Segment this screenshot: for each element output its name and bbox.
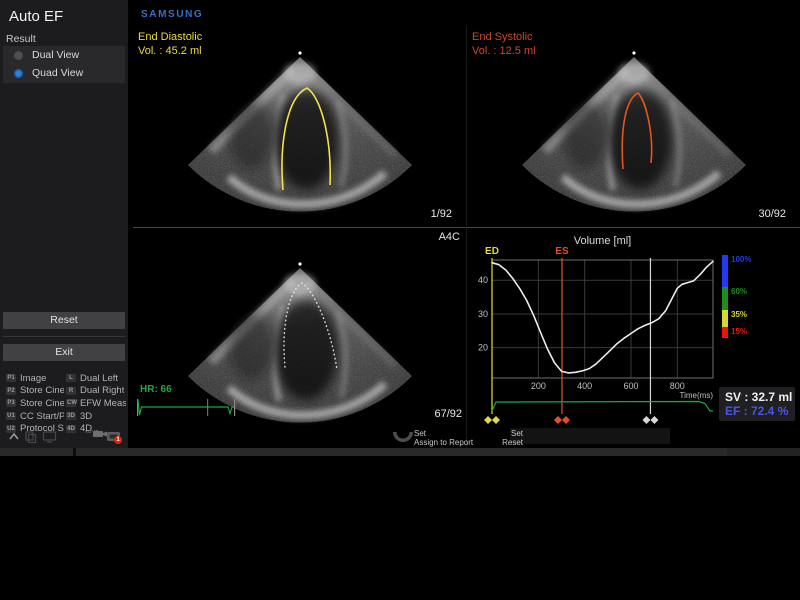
fkey-3d[interactable]: 3D 3D [66,410,126,423]
ejection-fraction-value: EF : 72.4 % [725,404,789,418]
radio-icon-dual-view[interactable] [14,51,23,60]
fkey-badge: L [66,374,76,382]
ecg-trace [135,394,245,422]
advr-button[interactable]: ADVR [82,430,102,434]
hint-line: Assign to Report [414,438,473,447]
svg-text:ES: ES [555,246,569,257]
radio-icon-quad-view[interactable] [14,69,23,78]
fkey-label: Store Cine [20,398,64,409]
frame-counter-a4c: 67/92 [434,408,462,420]
svg-text:20: 20 [478,343,488,353]
results-box: SV : 32.7 ml EF : 72.4 % [719,387,795,421]
end-systolic-volume: Vol. : 12.5 ml [472,44,536,58]
trackball-icon [392,430,414,443]
exit-button[interactable]: Exit [3,344,125,361]
fkey-badge: CW [66,399,76,407]
hint-line: Set [502,429,523,438]
fkey-label: Dual Left [80,373,118,384]
end-diastolic-label: End Diastolic Vol. : 45.2 ml [138,30,202,58]
fkey-cw[interactable]: CW EFW Measure [66,397,126,410]
fkey-label: 3D [80,411,92,422]
frame-counter-ed: 1/92 [431,208,452,220]
svg-text:30: 30 [478,309,488,319]
copy-pages-icon[interactable] [24,430,37,444]
fkey-label: Dual Right [80,385,124,396]
divider [3,336,125,337]
svg-text:200: 200 [531,381,546,391]
result-options-panel: Dual View Quad View [3,46,125,83]
fkey-p2[interactable]: P2 Store Cine [6,385,64,398]
radio-label-quad-view: Quad View [32,67,83,79]
volume-graph-pane: Volume [ml] 200 400 600 800 20 30 40 Time(ms) ED E… [467,230,800,448]
samsung-logo: SAMSUNG [141,9,203,20]
fkey-label: Image [20,373,46,384]
monitor-icon[interactable] [42,430,57,444]
fkey-badge: R [66,387,76,395]
fkey-l[interactable]: L Dual Left [66,372,126,385]
fkey-label: Store Cine [20,385,64,396]
svg-text:15%: 15% [731,327,747,336]
svg-text:100%: 100% [731,255,751,264]
radio-label-dual-view: Dual View [32,49,79,61]
set-assign-hint: Set Assign to Report [414,429,473,447]
a4c-cine-pane: A4C HR: 66 67/92 [133,230,466,448]
reset-button[interactable]: Reset [3,312,125,329]
hint-line: Reset [502,438,523,447]
sidebar: Auto EF Result Dual View Quad View Reset… [0,0,128,448]
page-title: Auto EF [9,8,63,25]
main-display: SAMSUNG End Diastolic Vol. : 45.2 ml 1/9… [133,0,800,448]
bottom-scrollbar[interactable] [0,448,800,456]
svg-text:60%: 60% [731,287,747,296]
svg-text:35%: 35% [731,310,747,319]
auto-ef-screen: Auto EF Result Dual View Quad View Reset… [0,0,800,600]
svg-text:ED: ED [485,246,499,257]
svg-text:400: 400 [577,381,592,391]
function-key-map: P1 Image P2 Store Cine P3 Store Cine U1 CC S… [6,372,126,435]
fkey-badge: P3 [6,399,16,407]
frame-counter-es: 30/92 [758,208,786,220]
svg-text:Volume [ml]: Volume [ml] [574,235,631,247]
end-diastolic-volume: Vol. : 45.2 ml [138,44,202,58]
stroke-volume-value: SV : 32.7 ml [725,390,789,404]
end-systolic-title: End Systolic [472,30,536,44]
fkey-label: EFW Measure [80,398,126,409]
fkey-p3[interactable]: P3 Store Cine [6,397,64,410]
fkey-p1[interactable]: P1 Image [6,372,64,385]
end-diastolic-title: End Diastolic [138,30,202,44]
svg-text:Time(ms): Time(ms) [680,391,714,400]
end-systolic-pane: End Systolic Vol. : 12.5 ml 30/92 [467,27,800,227]
set-reset-hint: Set Reset [502,429,523,447]
fkey-badge: P1 [6,374,16,382]
svg-text:600: 600 [623,381,638,391]
radio-quad-view[interactable]: Quad View [3,64,125,82]
fkey-label: CC Start/Pause [20,411,64,422]
fkey-badge: 3D [66,412,76,420]
fkey-r[interactable]: R Dual Right [66,385,126,398]
trackball-hints: Set Reset Set Assign to Report [133,425,800,448]
radio-dual-view[interactable]: Dual View [3,46,125,64]
collapse-chevron-icon[interactable] [8,430,20,444]
svg-text:800: 800 [670,381,685,391]
end-diastolic-pane: End Diastolic Vol. : 45.2 ml 1/92 [133,27,466,227]
end-systolic-label: End Systolic Vol. : 12.5 ml [472,30,536,58]
fkey-badge: P2 [6,387,16,395]
hint-line: Set [414,429,473,438]
record-count-badge: 1 [114,436,122,444]
fkey-badge: U1 [6,412,16,420]
scrollbar-tail [727,448,800,456]
fkey-u1[interactable]: U1 CC Start/Pause [6,410,64,423]
result-section-label: Result [6,33,36,45]
sidebar-toolbar: ADVR 1 [6,430,122,446]
svg-text:40: 40 [478,275,488,285]
scrollbar-notch [73,448,76,456]
view-label-a4c: A4C [439,231,460,243]
